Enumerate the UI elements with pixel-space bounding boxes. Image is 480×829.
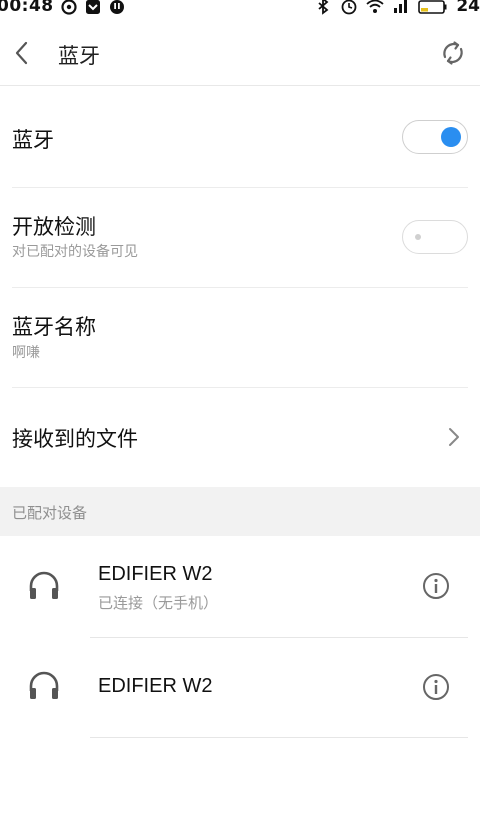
battery-status-icon [418,0,447,14]
bluetooth-name-label: 蓝牙名称 [12,315,96,339]
received-files-row[interactable]: 接收到的文件 [0,388,480,487]
device-status: 已连接（无手机） [98,594,219,612]
headphones-icon [29,571,59,599]
bluetooth-name-value: 啊嗛 [12,345,40,361]
bluetooth-name-row[interactable]: 蓝牙名称 啊嗛 [0,288,480,388]
info-icon[interactable] [422,673,450,701]
wifi-status-icon [366,0,384,13]
notification-power-icon [109,0,124,14]
headphones-icon [29,671,59,699]
paired-devices-header: 已配对设备 [0,487,480,536]
divider [90,737,468,738]
bluetooth-toggle-row[interactable]: 蓝牙 [0,87,480,187]
status-bar: 00:48 24 [0,0,480,18]
status-right: 24 [314,0,480,16]
section-header-label: 已配对设备 [12,504,88,522]
chevron-right-icon [449,428,459,446]
discoverable-row[interactable]: 开放检测 对已配对的设备可见 [0,188,480,288]
paired-device-item[interactable]: EDIFIER W2 已连接（无手机） [0,537,480,637]
device-name: EDIFIER W2 [98,675,213,697]
switch-knob [415,234,421,240]
switch-knob [441,127,461,147]
status-left: 00:48 [0,0,126,16]
nav-bar: 蓝牙 [0,18,480,86]
bluetooth-label: 蓝牙 [12,128,54,152]
status-time: 00:48 [0,0,54,16]
page-title: 蓝牙 [58,44,100,68]
signal-status-icon [394,0,408,13]
discoverable-subtitle: 对已配对的设备可见 [12,244,138,260]
bluetooth-switch[interactable] [402,120,468,154]
back-arrow-icon[interactable] [10,38,34,68]
discoverable-switch[interactable] [402,220,468,254]
refresh-icon[interactable] [438,38,468,68]
alarm-status-icon [341,0,357,15]
notification-swirl-icon [61,0,77,15]
notification-app-icon [85,0,100,14]
discoverable-label: 开放检测 [12,215,96,239]
device-name: EDIFIER W2 [98,563,213,585]
info-icon[interactable] [422,572,450,600]
bluetooth-status-icon [318,0,329,15]
received-files-label: 接收到的文件 [12,427,138,451]
battery-level: 24 [456,0,480,16]
paired-device-item[interactable]: EDIFIER W2 [0,638,480,738]
